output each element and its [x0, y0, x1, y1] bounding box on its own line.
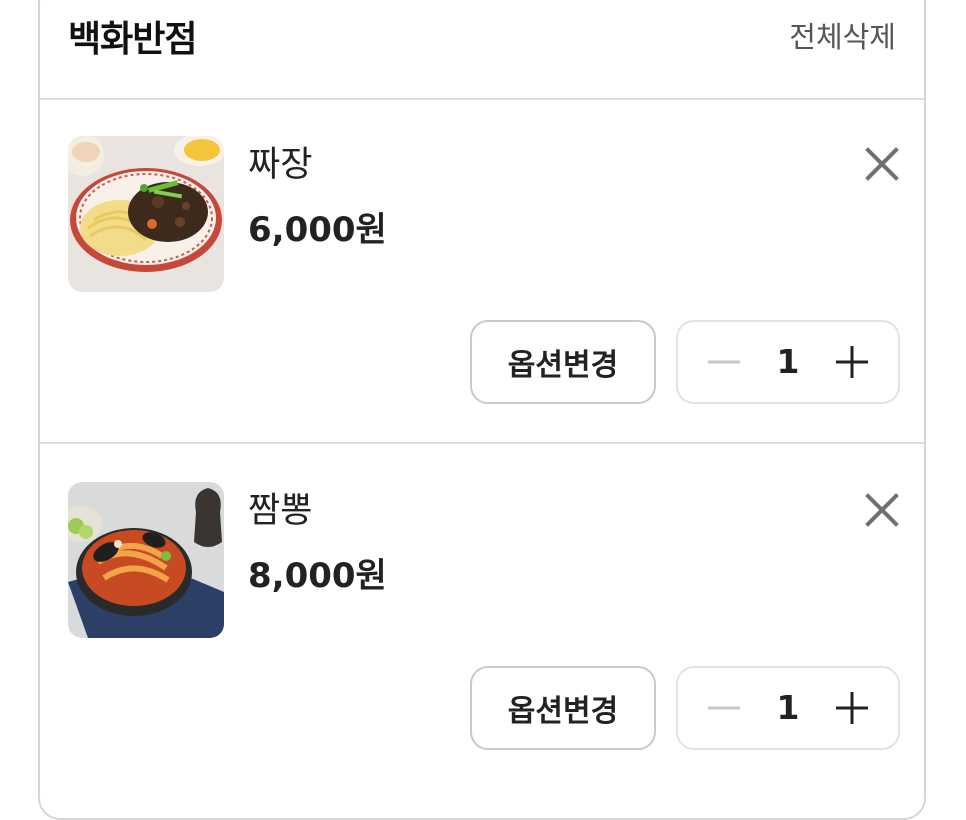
cart-header: 백화반점 전체삭제: [40, 2, 924, 100]
jjamppong-photo: [68, 482, 224, 638]
close-icon[interactable]: [862, 490, 902, 530]
quantity-value: 1: [776, 688, 800, 727]
item-name: 짬뽕: [248, 491, 313, 531]
item-price: 6,000원: [248, 210, 387, 250]
cart-card: 백화반점 전체삭제 짜장 6,000원 옵션변경 1 짬뽕 8,000원 옵션변…: [38, 0, 926, 820]
close-icon[interactable]: [862, 144, 902, 184]
plus-icon[interactable]: [822, 678, 882, 738]
item-price: 8,000원: [248, 556, 387, 596]
cart-item: 짬뽕 8,000원 옵션변경 1: [40, 444, 924, 788]
change-option-button[interactable]: 옵션변경: [470, 320, 656, 404]
delete-all-button[interactable]: 전체삭제: [789, 14, 896, 56]
minus-icon[interactable]: [694, 678, 754, 738]
cart-item: 짜장 6,000원 옵션변경 1: [40, 98, 924, 444]
quantity-stepper: 1: [676, 666, 900, 750]
plus-icon[interactable]: [822, 332, 882, 392]
item-name: 짜장: [248, 145, 313, 185]
minus-icon[interactable]: [694, 332, 754, 392]
change-option-button[interactable]: 옵션변경: [470, 666, 656, 750]
store-name: 백화반점: [68, 19, 197, 60]
jajangmyeon-photo: [68, 136, 224, 292]
quantity-value: 1: [776, 342, 800, 381]
quantity-stepper: 1: [676, 320, 900, 404]
